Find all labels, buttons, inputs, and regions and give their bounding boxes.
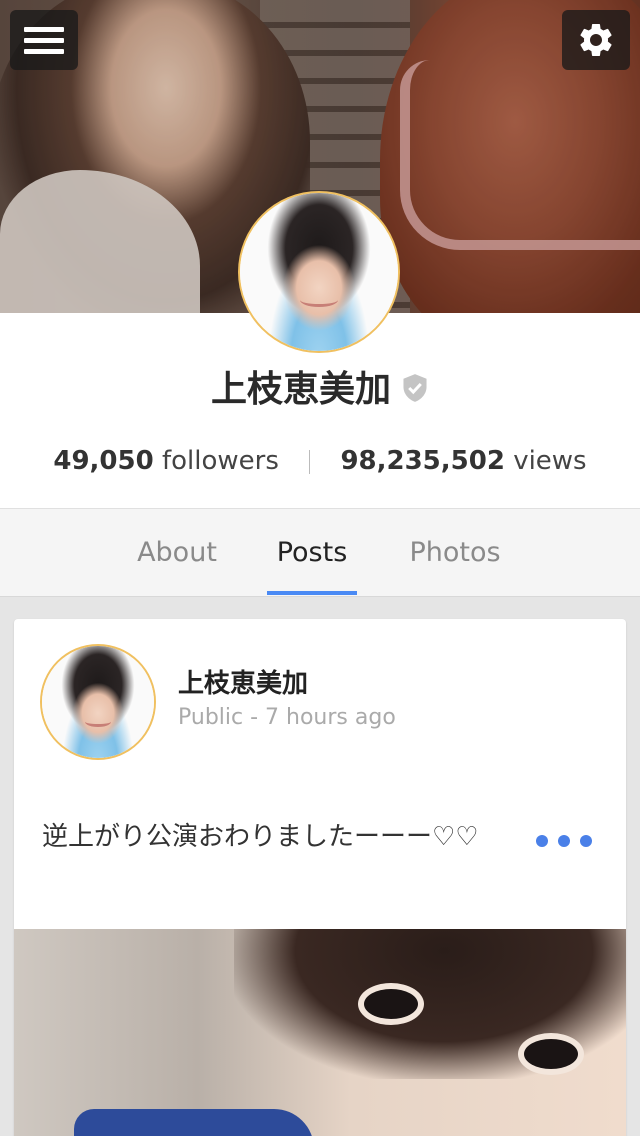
views-label: views (513, 446, 587, 476)
active-tab-indicator (267, 591, 357, 595)
post-card: 上枝恵美加 Public - 7 hours ago 逆上がり公演おわりましたー… (14, 619, 626, 1136)
post-photo[interactable] (14, 929, 626, 1136)
followers-label: followers (161, 446, 279, 476)
menu-button[interactable] (10, 10, 78, 70)
verified-shield-icon (403, 374, 427, 402)
tab-posts[interactable]: Posts (266, 509, 358, 596)
post-meta: Public - 7 hours ago (178, 705, 396, 730)
profile-name-row: 上枝恵美加 (0, 368, 640, 412)
profile-name: 上枝恵美加 (210, 369, 391, 410)
more-dots-icon[interactable] (536, 833, 592, 849)
post-text: 逆上がり公演おわりましたーーー♡♡ (42, 822, 479, 852)
settings-button[interactable] (562, 10, 630, 70)
stats-divider (309, 449, 311, 474)
hamburger-menu-icon (24, 25, 64, 55)
gear-icon (580, 23, 612, 56)
profile-stats: 49,050 followers 98,235,502 views (0, 441, 640, 481)
profile-tabs: About Posts Photos (0, 508, 640, 597)
tab-about[interactable]: About (126, 509, 228, 596)
profile-avatar[interactable] (240, 193, 398, 351)
post-author-avatar[interactable] (42, 646, 154, 758)
profile-screen: 上枝恵美加 49,050 followers 98,235,502 views … (0, 0, 640, 1136)
followers-count: 49,050 (53, 446, 154, 476)
post-author-name[interactable]: 上枝恵美加 (178, 667, 308, 701)
views-count: 98,235,502 (340, 446, 505, 476)
tab-photos[interactable]: Photos (398, 509, 512, 596)
